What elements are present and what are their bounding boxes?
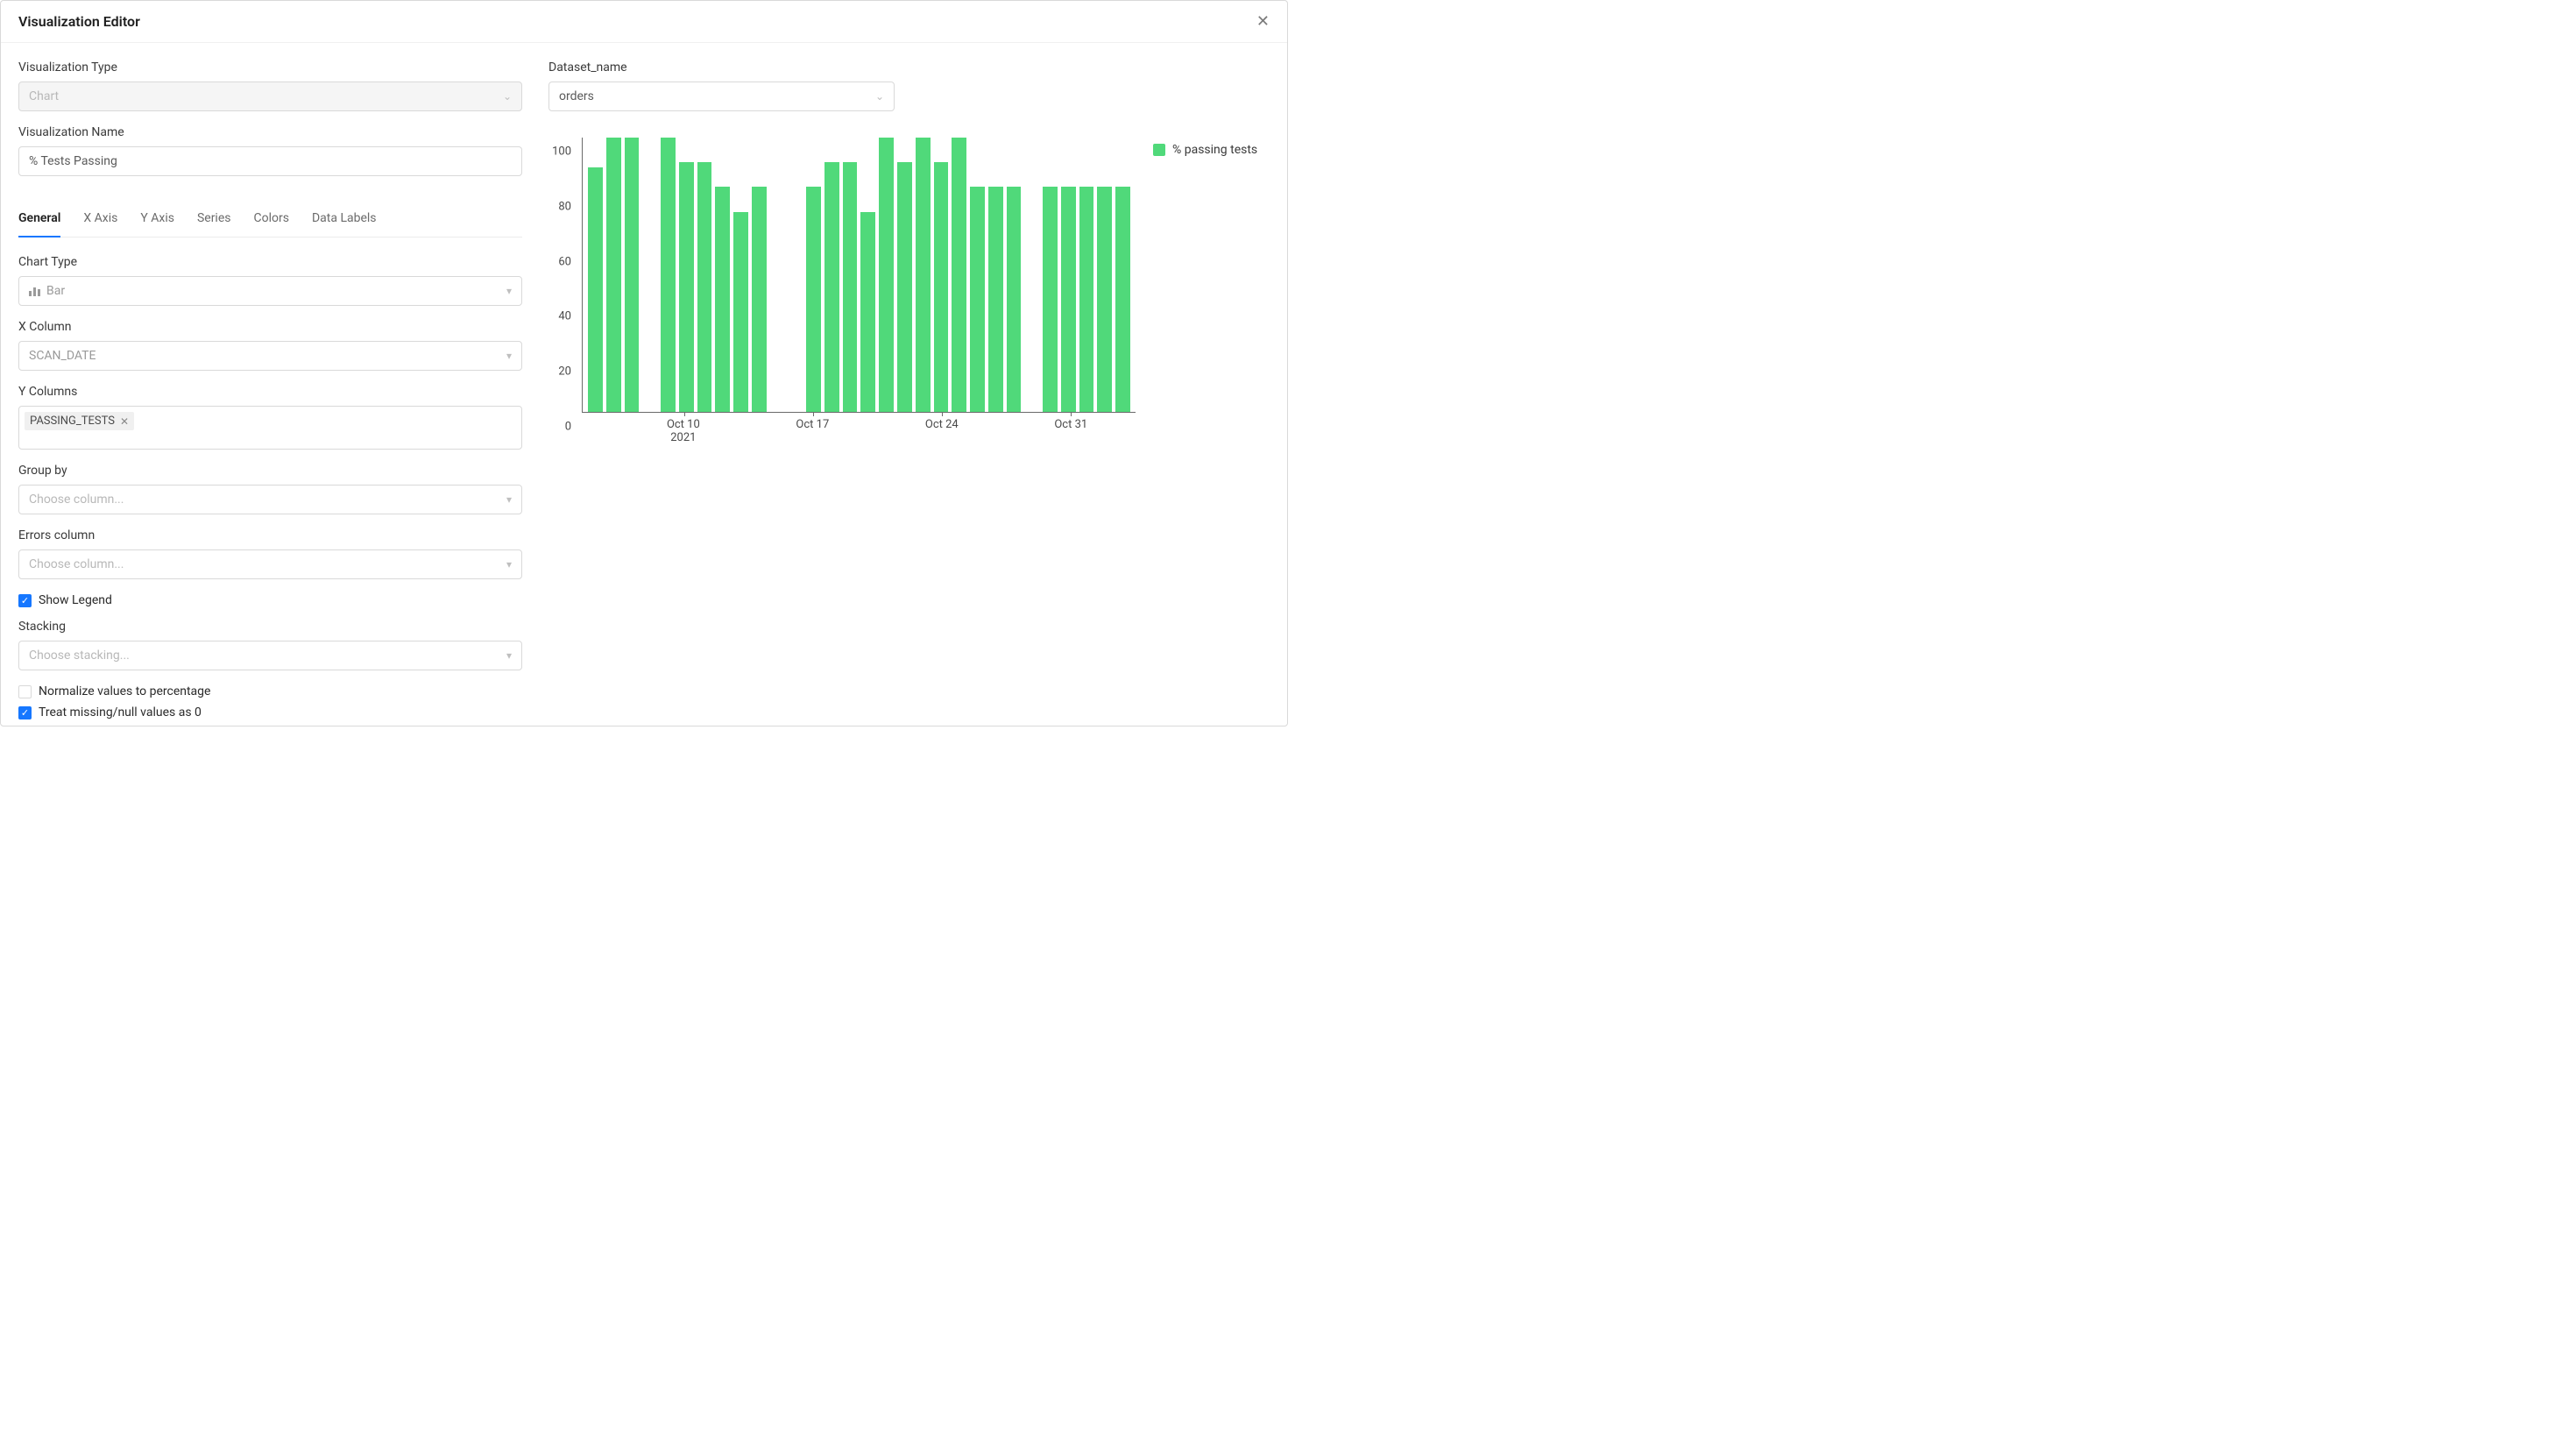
- chart-legend: % passing tests: [1153, 143, 1257, 157]
- chart-bar: [606, 138, 621, 412]
- show-legend-checkbox[interactable]: [18, 594, 32, 607]
- visualization-editor-modal: Visualization Editor ✕ Visualization Typ…: [0, 0, 1288, 726]
- chart-type-value: Bar: [46, 284, 65, 298]
- chart-bar: [625, 138, 640, 412]
- y-tick: 0: [565, 421, 571, 434]
- editor-tabs: General X Axis Y Axis Series Colors Data Labe…: [18, 202, 522, 237]
- chevron-down-icon: ▾: [506, 285, 512, 297]
- normalize-checkbox[interactable]: [18, 685, 32, 698]
- chart-type-select[interactable]: Bar ▾: [18, 276, 522, 306]
- chart-bar: [916, 138, 931, 412]
- y-tick: 100: [552, 145, 571, 159]
- dataset-select[interactable]: orders ⌄: [548, 82, 895, 111]
- x-column-select[interactable]: SCAN_DATE ▾: [18, 341, 522, 371]
- chart-bar: [1061, 187, 1076, 412]
- normalize-label: Normalize values to percentage: [39, 684, 210, 698]
- tab-x-axis[interactable]: X Axis: [83, 202, 117, 237]
- dataset-label: Dataset_name: [548, 60, 1270, 74]
- y-tick: 40: [558, 310, 571, 323]
- viz-name-input[interactable]: % Tests Passing: [18, 146, 522, 176]
- modal-title: Visualization Editor: [18, 13, 140, 30]
- chart-type-label: Chart Type: [18, 255, 522, 269]
- chart-bar: [806, 187, 821, 412]
- remove-tag-icon[interactable]: ✕: [120, 415, 129, 428]
- group-by-label: Group by: [18, 464, 522, 478]
- legend-swatch: [1153, 144, 1165, 156]
- x-tick: Oct 31: [1054, 418, 1087, 431]
- chart-bar: [1043, 187, 1058, 412]
- chart-bar: [679, 162, 694, 412]
- bar-chart-icon: [29, 286, 41, 296]
- x-tick: Oct 102021: [667, 418, 700, 444]
- tab-data-labels[interactable]: Data Labels: [312, 202, 377, 237]
- viz-name-label: Visualization Name: [18, 125, 522, 139]
- modal-header: Visualization Editor ✕: [1, 1, 1287, 43]
- chart-bar: [752, 187, 767, 412]
- chart-bar: [715, 187, 730, 412]
- errors-column-placeholder: Choose column...: [29, 557, 124, 571]
- editor-right-column: Dataset_name orders ⌄ 0 20 40 60 80 100 Oct 1…: [548, 60, 1270, 706]
- editor-left-column: Visualization Type Chart ⌄ Visualization…: [18, 60, 522, 706]
- chart-bar: [824, 162, 839, 412]
- tab-y-axis[interactable]: Y Axis: [140, 202, 174, 237]
- chart-bar: [697, 162, 712, 412]
- chevron-down-icon: ⌄: [875, 90, 884, 103]
- close-icon[interactable]: ✕: [1256, 14, 1270, 30]
- x-tick: Oct 17: [796, 418, 829, 431]
- chevron-down-icon: ▾: [506, 350, 512, 362]
- y-column-tag-label: PASSING_TESTS: [30, 415, 115, 428]
- errors-column-label: Errors column: [18, 528, 522, 542]
- bar-chart: 0 20 40 60 80 100 Oct 102021 Oct 17 Oct 24 Oct 3…: [548, 138, 1136, 453]
- chart-bar: [661, 138, 676, 412]
- tab-general[interactable]: General: [18, 202, 60, 237]
- dataset-value: orders: [559, 89, 594, 103]
- viz-type-value: Chart: [29, 89, 59, 103]
- show-legend-label: Show Legend: [39, 593, 112, 607]
- chart-bar: [988, 187, 1003, 412]
- y-tick: 80: [558, 200, 571, 213]
- stacking-select[interactable]: Choose stacking... ▾: [18, 641, 522, 670]
- y-columns-label: Y Columns: [18, 385, 522, 399]
- y-column-tag: PASSING_TESTS ✕: [25, 412, 134, 430]
- chart-bar: [897, 162, 912, 412]
- group-by-placeholder: Choose column...: [29, 493, 124, 507]
- chart-bar: [952, 138, 966, 412]
- chart-bar: [879, 138, 894, 412]
- stacking-placeholder: Choose stacking...: [29, 649, 130, 663]
- stacking-label: Stacking: [18, 620, 522, 634]
- chart-bar: [733, 212, 748, 412]
- group-by-select[interactable]: Choose column... ▾: [18, 485, 522, 514]
- chart-bar: [1007, 187, 1022, 412]
- x-tick: Oct 24: [925, 418, 959, 431]
- y-tick: 20: [558, 365, 571, 379]
- chart-bar: [588, 167, 603, 412]
- tab-colors[interactable]: Colors: [254, 202, 289, 237]
- chevron-down-icon: ▾: [506, 558, 512, 571]
- x-column-value: SCAN_DATE: [29, 349, 96, 363]
- chevron-down-icon: ▾: [506, 493, 512, 506]
- tab-series[interactable]: Series: [197, 202, 231, 237]
- errors-column-select[interactable]: Choose column... ▾: [18, 549, 522, 579]
- chart-bar: [1097, 187, 1112, 412]
- chevron-down-icon: ▾: [506, 649, 512, 662]
- y-columns-input[interactable]: PASSING_TESTS ✕: [18, 406, 522, 450]
- chevron-down-icon: ⌄: [503, 90, 512, 103]
- legend-label: % passing tests: [1172, 143, 1257, 157]
- chart-bar: [860, 212, 875, 412]
- x-column-label: X Column: [18, 320, 522, 334]
- viz-type-label: Visualization Type: [18, 60, 522, 74]
- y-tick: 60: [558, 255, 571, 268]
- chart-bar: [1079, 187, 1094, 412]
- chart-bar: [1115, 187, 1130, 412]
- viz-name-value: % Tests Passing: [29, 154, 117, 168]
- viz-type-select[interactable]: Chart ⌄: [18, 82, 522, 111]
- chart-bar: [934, 162, 949, 412]
- modal-body: Visualization Type Chart ⌄ Visualization…: [1, 43, 1287, 724]
- chart-bar: [970, 187, 985, 412]
- treat-null-checkbox[interactable]: [18, 706, 32, 719]
- chart-bar: [843, 162, 858, 412]
- treat-null-label: Treat missing/null values as 0: [39, 705, 202, 719]
